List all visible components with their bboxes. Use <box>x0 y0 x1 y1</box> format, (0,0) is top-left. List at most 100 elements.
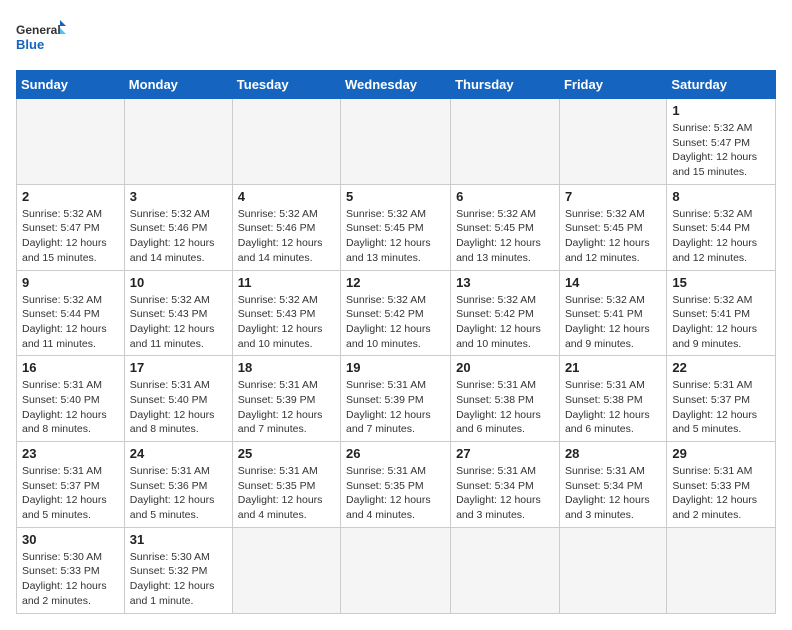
day-number: 17 <box>130 360 227 375</box>
day-number: 15 <box>672 275 770 290</box>
day-number: 9 <box>22 275 119 290</box>
day-info: Sunrise: 5:32 AM Sunset: 5:41 PM Dayligh… <box>672 293 770 352</box>
day-info: Sunrise: 5:31 AM Sunset: 5:34 PM Dayligh… <box>456 464 554 523</box>
calendar-cell: 27 Sunrise: 5:31 AM Sunset: 5:34 PM Dayli… <box>451 442 560 528</box>
day-info: Sunrise: 5:32 AM Sunset: 5:42 PM Dayligh… <box>346 293 445 352</box>
calendar-cell <box>559 99 666 185</box>
calendar-week-row: 30 Sunrise: 5:30 AM Sunset: 5:33 PM Dayli… <box>17 527 776 613</box>
day-number: 27 <box>456 446 554 461</box>
day-number: 28 <box>565 446 661 461</box>
day-number: 26 <box>346 446 445 461</box>
day-number: 8 <box>672 189 770 204</box>
day-info: Sunrise: 5:31 AM Sunset: 5:35 PM Dayligh… <box>238 464 335 523</box>
logo-svg: General Blue <box>16 16 66 58</box>
calendar-cell: 16Sunrise: 5:31 AM Sunset: 5:40 PM Dayli… <box>17 356 125 442</box>
calendar-cell <box>341 99 451 185</box>
calendar-cell <box>232 527 340 613</box>
day-number: 7 <box>565 189 661 204</box>
day-info: Sunrise: 5:30 AM Sunset: 5:33 PM Dayligh… <box>22 550 119 609</box>
day-number: 3 <box>130 189 227 204</box>
col-header-thursday: Thursday <box>451 71 560 99</box>
header: General Blue <box>16 16 776 58</box>
day-info: Sunrise: 5:30 AM Sunset: 5:32 PM Dayligh… <box>130 550 227 609</box>
day-info: Sunrise: 5:32 AM Sunset: 5:47 PM Dayligh… <box>672 121 770 180</box>
col-header-tuesday: Tuesday <box>232 71 340 99</box>
day-info: Sunrise: 5:31 AM Sunset: 5:39 PM Dayligh… <box>238 378 335 437</box>
calendar-cell: 5 Sunrise: 5:32 AM Sunset: 5:45 PM Daylig… <box>341 184 451 270</box>
day-number: 31 <box>130 532 227 547</box>
calendar-table: SundayMondayTuesdayWednesdayThursdayFrid… <box>16 70 776 614</box>
calendar-cell: 12 Sunrise: 5:32 AM Sunset: 5:42 PM Dayli… <box>341 270 451 356</box>
day-info: Sunrise: 5:32 AM Sunset: 5:45 PM Dayligh… <box>346 207 445 266</box>
calendar-cell: 19Sunrise: 5:31 AM Sunset: 5:39 PM Dayli… <box>341 356 451 442</box>
day-number: 5 <box>346 189 445 204</box>
calendar-cell: 13 Sunrise: 5:32 AM Sunset: 5:42 PM Dayli… <box>451 270 560 356</box>
day-number: 25 <box>238 446 335 461</box>
calendar-cell <box>451 527 560 613</box>
calendar-cell: 1Sunrise: 5:32 AM Sunset: 5:47 PM Daylig… <box>667 99 776 185</box>
day-info: Sunrise: 5:31 AM Sunset: 5:36 PM Dayligh… <box>130 464 227 523</box>
svg-text:Blue: Blue <box>16 37 44 52</box>
calendar-cell: 23Sunrise: 5:31 AM Sunset: 5:37 PM Dayli… <box>17 442 125 528</box>
day-number: 21 <box>565 360 661 375</box>
calendar-cell: 17Sunrise: 5:31 AM Sunset: 5:40 PM Dayli… <box>124 356 232 442</box>
calendar-cell: 10Sunrise: 5:32 AM Sunset: 5:43 PM Dayli… <box>124 270 232 356</box>
calendar-cell: 30 Sunrise: 5:30 AM Sunset: 5:33 PM Dayli… <box>17 527 125 613</box>
calendar-cell: 21 Sunrise: 5:31 AM Sunset: 5:38 PM Dayli… <box>559 356 666 442</box>
day-info: Sunrise: 5:32 AM Sunset: 5:44 PM Dayligh… <box>22 293 119 352</box>
logo: General Blue <box>16 16 66 58</box>
calendar-cell <box>559 527 666 613</box>
day-number: 14 <box>565 275 661 290</box>
calendar-week-row: 16Sunrise: 5:31 AM Sunset: 5:40 PM Dayli… <box>17 356 776 442</box>
calendar-cell: 18 Sunrise: 5:31 AM Sunset: 5:39 PM Dayli… <box>232 356 340 442</box>
day-number: 12 <box>346 275 445 290</box>
day-info: Sunrise: 5:31 AM Sunset: 5:38 PM Dayligh… <box>565 378 661 437</box>
day-info: Sunrise: 5:31 AM Sunset: 5:39 PM Dayligh… <box>346 378 445 437</box>
calendar-cell: 3 Sunrise: 5:32 AM Sunset: 5:46 PM Daylig… <box>124 184 232 270</box>
calendar-week-row: 23Sunrise: 5:31 AM Sunset: 5:37 PM Dayli… <box>17 442 776 528</box>
calendar-cell: 7Sunrise: 5:32 AM Sunset: 5:45 PM Daylig… <box>559 184 666 270</box>
col-header-friday: Friday <box>559 71 666 99</box>
col-header-wednesday: Wednesday <box>341 71 451 99</box>
calendar-cell: 29Sunrise: 5:31 AM Sunset: 5:33 PM Dayli… <box>667 442 776 528</box>
calendar-cell: 15 Sunrise: 5:32 AM Sunset: 5:41 PM Dayli… <box>667 270 776 356</box>
day-info: Sunrise: 5:31 AM Sunset: 5:35 PM Dayligh… <box>346 464 445 523</box>
day-number: 24 <box>130 446 227 461</box>
col-header-monday: Monday <box>124 71 232 99</box>
calendar-cell <box>17 99 125 185</box>
day-info: Sunrise: 5:31 AM Sunset: 5:38 PM Dayligh… <box>456 378 554 437</box>
day-info: Sunrise: 5:32 AM Sunset: 5:42 PM Dayligh… <box>456 293 554 352</box>
day-number: 2 <box>22 189 119 204</box>
day-number: 18 <box>238 360 335 375</box>
day-number: 30 <box>22 532 119 547</box>
calendar-week-row: 2 Sunrise: 5:32 AM Sunset: 5:47 PM Daylig… <box>17 184 776 270</box>
calendar-cell: 11 Sunrise: 5:32 AM Sunset: 5:43 PM Dayli… <box>232 270 340 356</box>
day-number: 13 <box>456 275 554 290</box>
calendar-week-row: 1Sunrise: 5:32 AM Sunset: 5:47 PM Daylig… <box>17 99 776 185</box>
calendar-cell: 9 Sunrise: 5:32 AM Sunset: 5:44 PM Daylig… <box>17 270 125 356</box>
calendar-week-row: 9 Sunrise: 5:32 AM Sunset: 5:44 PM Daylig… <box>17 270 776 356</box>
day-number: 20 <box>456 360 554 375</box>
calendar-cell: 2 Sunrise: 5:32 AM Sunset: 5:47 PM Daylig… <box>17 184 125 270</box>
calendar-cell <box>341 527 451 613</box>
calendar-cell <box>232 99 340 185</box>
day-number: 4 <box>238 189 335 204</box>
calendar-header-row: SundayMondayTuesdayWednesdayThursdayFrid… <box>17 71 776 99</box>
day-info: Sunrise: 5:31 AM Sunset: 5:37 PM Dayligh… <box>22 464 119 523</box>
calendar-cell: 25 Sunrise: 5:31 AM Sunset: 5:35 PM Dayli… <box>232 442 340 528</box>
day-info: Sunrise: 5:32 AM Sunset: 5:47 PM Dayligh… <box>22 207 119 266</box>
day-info: Sunrise: 5:32 AM Sunset: 5:46 PM Dayligh… <box>130 207 227 266</box>
day-info: Sunrise: 5:32 AM Sunset: 5:43 PM Dayligh… <box>238 293 335 352</box>
day-number: 22 <box>672 360 770 375</box>
svg-text:General: General <box>16 23 61 37</box>
day-info: Sunrise: 5:32 AM Sunset: 5:45 PM Dayligh… <box>456 207 554 266</box>
calendar-cell <box>451 99 560 185</box>
day-number: 10 <box>130 275 227 290</box>
col-header-sunday: Sunday <box>17 71 125 99</box>
day-number: 6 <box>456 189 554 204</box>
calendar-cell: 26 Sunrise: 5:31 AM Sunset: 5:35 PM Dayli… <box>341 442 451 528</box>
calendar-cell: 28Sunrise: 5:31 AM Sunset: 5:34 PM Dayli… <box>559 442 666 528</box>
calendar-cell: 20 Sunrise: 5:31 AM Sunset: 5:38 PM Dayli… <box>451 356 560 442</box>
day-number: 11 <box>238 275 335 290</box>
day-number: 29 <box>672 446 770 461</box>
